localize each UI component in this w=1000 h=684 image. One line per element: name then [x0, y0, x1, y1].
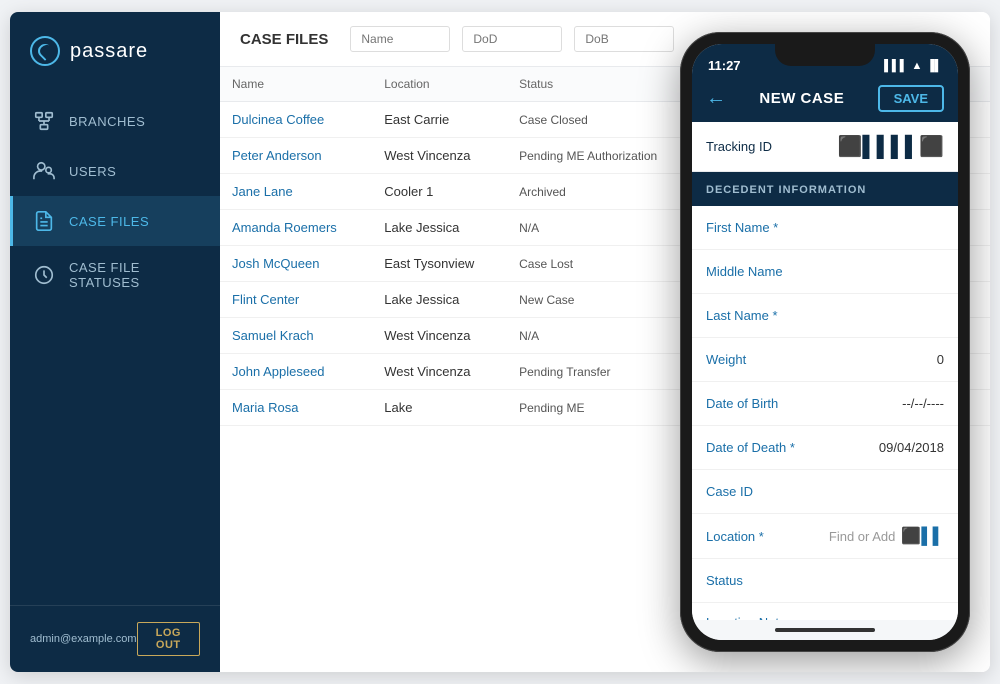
- dob-label: Date of Birth: [706, 396, 778, 411]
- dob-value: --/--/----: [902, 396, 944, 411]
- cell-location: Lake Jessica: [372, 282, 507, 318]
- wifi-icon: ▲: [912, 60, 923, 72]
- sidebar-item-case-file-statuses-label: CASE FILE STATUSES: [69, 260, 200, 290]
- sidebar-nav: BRANCHES USERS: [10, 86, 220, 605]
- location-label: Location *: [706, 529, 764, 544]
- cell-status: N/A: [507, 210, 699, 246]
- sidebar-item-case-files-label: CASE FILES: [69, 214, 149, 229]
- weight-label: Weight: [706, 352, 746, 367]
- case-files-title: CASE FILES: [240, 31, 328, 48]
- phone-notch: [775, 44, 875, 66]
- cell-location: West Vincenza: [372, 354, 507, 390]
- dod-value: 09/04/2018: [879, 440, 944, 455]
- cell-location: Lake: [372, 390, 507, 426]
- phone-outer: 11:27 ▌▌▌ ▲ ▐▌ ← NEW CASE SAVE: [680, 32, 970, 652]
- phone-nav-bar: ← NEW CASE SAVE: [692, 79, 958, 122]
- cell-status: N/A: [507, 318, 699, 354]
- cell-name[interactable]: Josh McQueen: [220, 246, 372, 282]
- field-middle-name[interactable]: Middle Name: [692, 250, 958, 294]
- col-status: Status: [507, 67, 699, 102]
- sidebar-item-case-files[interactable]: CASE FILES: [10, 196, 220, 246]
- logout-button[interactable]: LOG OUT: [137, 622, 200, 656]
- phone-status-icons: ▌▌▌ ▲ ▐▌: [884, 60, 942, 72]
- phone-time: 11:27: [708, 58, 741, 73]
- cell-name[interactable]: Amanda Roemers: [220, 210, 372, 246]
- home-indicator: [692, 620, 958, 640]
- phone-save-button[interactable]: SAVE: [878, 85, 944, 112]
- cell-name[interactable]: Maria Rosa: [220, 390, 372, 426]
- cell-location: Lake Jessica: [372, 210, 507, 246]
- field-date-of-death[interactable]: Date of Death * 09/04/2018: [692, 426, 958, 470]
- phone-mockup: 11:27 ▌▌▌ ▲ ▐▌ ← NEW CASE SAVE: [680, 32, 970, 652]
- cell-name[interactable]: Jane Lane: [220, 174, 372, 210]
- cell-name[interactable]: Flint Center: [220, 282, 372, 318]
- dod-label: Date of Death *: [706, 440, 795, 455]
- col-location: Location: [372, 67, 507, 102]
- cell-name[interactable]: Dulcinea Coffee: [220, 102, 372, 138]
- dod-filter-input[interactable]: [462, 26, 562, 52]
- users-icon: [33, 160, 55, 182]
- battery-icon: ▐▌: [926, 60, 942, 72]
- last-name-label: Last Name *: [706, 308, 778, 323]
- cell-status: Case Closed: [507, 102, 699, 138]
- decedent-section-header: DECEDENT INFORMATION: [692, 172, 958, 206]
- cell-location: Cooler 1: [372, 174, 507, 210]
- field-first-name[interactable]: First Name *: [692, 206, 958, 250]
- sidebar: passare BRANCHES: [10, 12, 220, 672]
- logo: passare: [10, 12, 220, 86]
- cell-name[interactable]: John Appleseed: [220, 354, 372, 390]
- footer-email: admin@example.com: [30, 633, 137, 645]
- status-label: Status: [706, 573, 743, 588]
- cell-name[interactable]: Samuel Krach: [220, 318, 372, 354]
- field-location[interactable]: Location * Find or Add ⬛▌▌: [692, 514, 958, 559]
- sidebar-item-branches[interactable]: BRANCHES: [10, 96, 220, 146]
- field-case-id[interactable]: Case ID: [692, 470, 958, 514]
- logo-text: passare: [70, 40, 148, 63]
- field-status[interactable]: Status: [692, 559, 958, 603]
- cell-location: East Tysonview: [372, 246, 507, 282]
- location-notes-section[interactable]: Location Notes: [692, 603, 958, 620]
- logo-icon: [30, 36, 60, 66]
- middle-name-label: Middle Name: [706, 264, 783, 279]
- cell-status: Pending ME Authorization: [507, 138, 699, 174]
- sidebar-item-branches-label: BRANCHES: [69, 114, 145, 129]
- decedent-section-title: DECEDENT INFORMATION: [706, 184, 866, 196]
- dob-filter-input[interactable]: [574, 26, 674, 52]
- cell-name[interactable]: Peter Anderson: [220, 138, 372, 174]
- back-button[interactable]: ←: [706, 87, 726, 110]
- sidebar-item-users-label: USERS: [69, 164, 116, 179]
- phone-screen: 11:27 ▌▌▌ ▲ ▐▌ ← NEW CASE SAVE: [692, 44, 958, 640]
- case-id-label: Case ID: [706, 484, 753, 499]
- tracking-barcode-icon: ⬛▌▌▌▌⬛: [838, 134, 944, 159]
- sidebar-item-users[interactable]: USERS: [10, 146, 220, 196]
- cell-status: Pending ME: [507, 390, 699, 426]
- case-file-statuses-icon: [33, 264, 55, 286]
- signal-icon: ▌▌▌: [884, 60, 907, 72]
- location-value: Find or Add ⬛▌▌: [829, 526, 944, 546]
- phone-nav-title: NEW CASE: [759, 90, 844, 107]
- phone-body: Tracking ID ⬛▌▌▌▌⬛ DECEDENT INFORMATION …: [692, 122, 958, 620]
- cell-status: Case Lost: [507, 246, 699, 282]
- cell-location: West Vincenza: [372, 138, 507, 174]
- cell-location: West Vincenza: [372, 318, 507, 354]
- branches-icon: [33, 110, 55, 132]
- field-last-name[interactable]: Last Name *: [692, 294, 958, 338]
- tracking-id-label: Tracking ID: [706, 139, 772, 154]
- sidebar-footer: admin@example.com LOG OUT: [10, 605, 220, 672]
- cell-status: Pending Transfer: [507, 354, 699, 390]
- cell-status: New Case: [507, 282, 699, 318]
- field-date-of-birth[interactable]: Date of Birth --/--/----: [692, 382, 958, 426]
- sidebar-item-case-file-statuses[interactable]: CASE FILE STATUSES: [10, 246, 220, 304]
- cell-status: Archived: [507, 174, 699, 210]
- home-bar: [775, 628, 875, 632]
- field-weight[interactable]: Weight 0: [692, 338, 958, 382]
- location-barcode-icon: ⬛▌▌: [901, 526, 944, 546]
- cell-location: East Carrie: [372, 102, 507, 138]
- case-files-icon: [33, 210, 55, 232]
- first-name-label: First Name *: [706, 220, 778, 235]
- name-filter-input[interactable]: [350, 26, 450, 52]
- weight-value: 0: [937, 352, 944, 367]
- col-name: Name: [220, 67, 372, 102]
- tracking-id-row: Tracking ID ⬛▌▌▌▌⬛: [692, 122, 958, 172]
